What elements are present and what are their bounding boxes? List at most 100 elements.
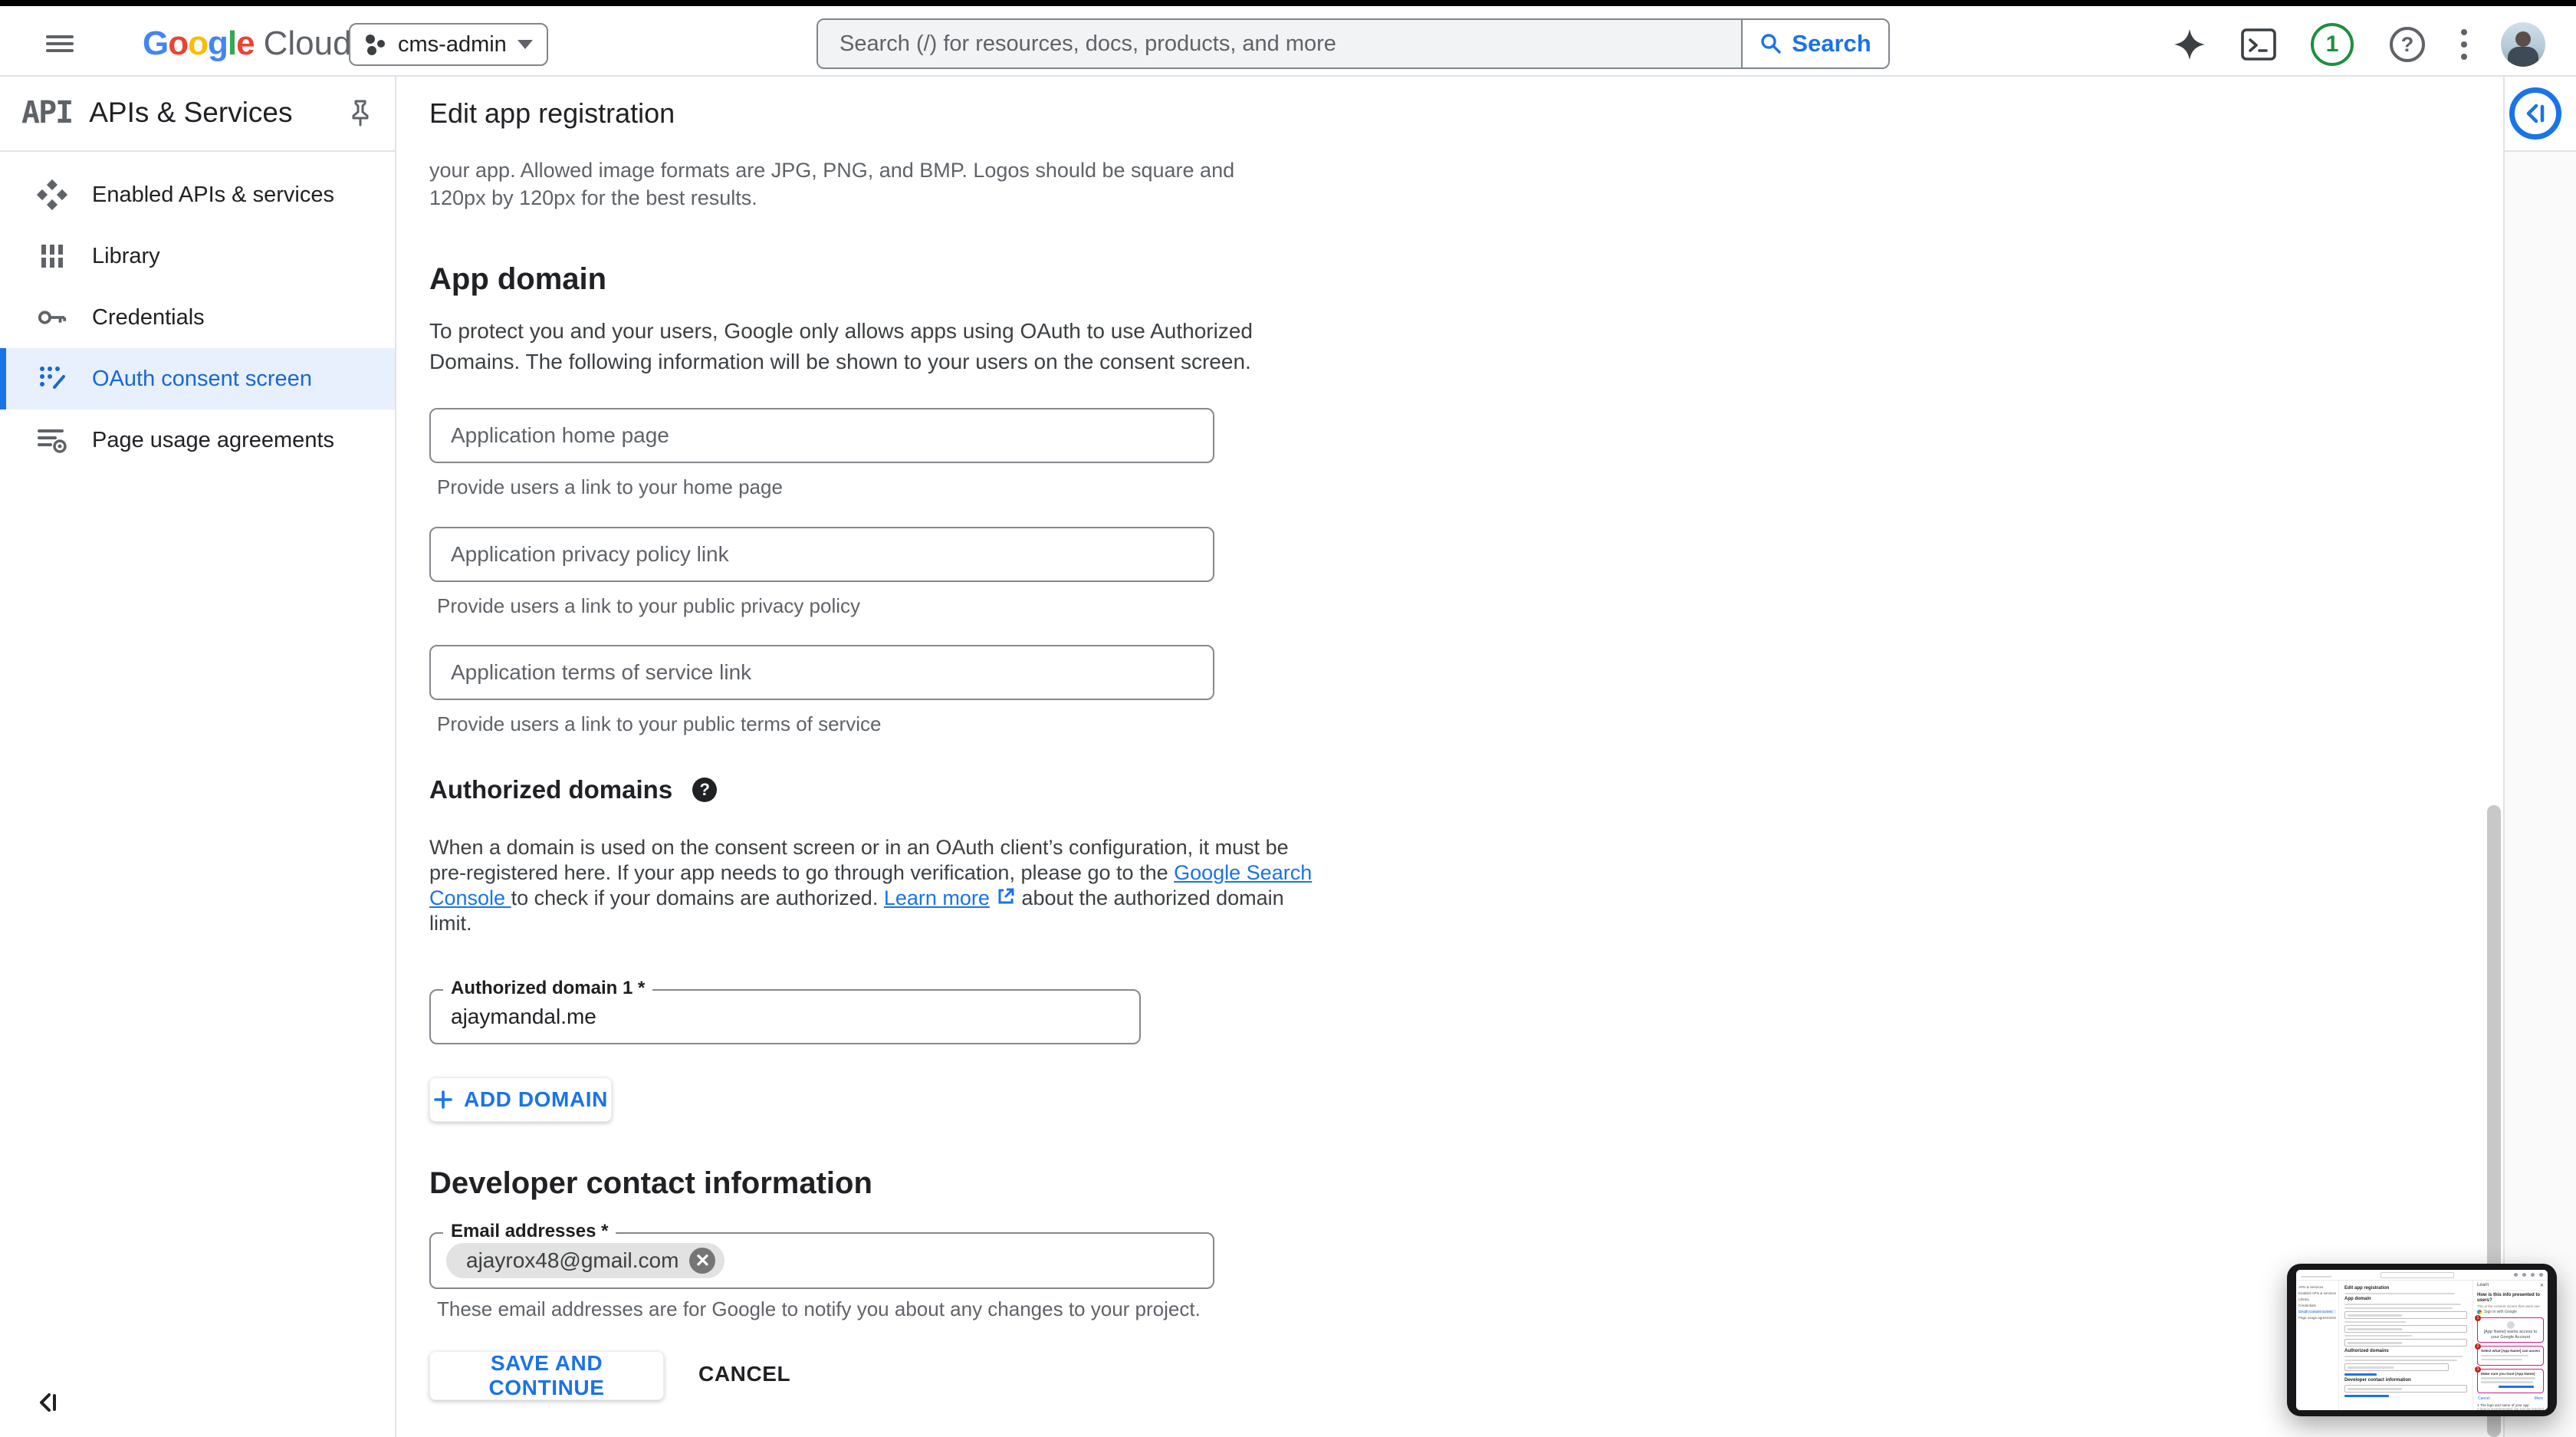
right-divider <box>2503 77 2505 1437</box>
right-gutter <box>2505 152 2576 1437</box>
terms-of-service-helper: Provide users a link to your public term… <box>437 712 881 736</box>
google-search-console-link[interactable]: Console <box>429 886 511 909</box>
pip-consent-box-1: 1 [App Name] wants access to your Google… <box>2477 1317 2544 1343</box>
terms-of-service-field <box>429 645 1214 700</box>
project-icon <box>364 31 387 58</box>
logo-letter: l <box>228 25 236 63</box>
project-selector[interactable]: cms-admin <box>349 23 548 66</box>
sidebar-menu: Enabled APIs & services Library Credenti… <box>0 164 395 471</box>
pip-mini-topbar <box>2296 1270 2548 1281</box>
logo-letter: o <box>168 25 188 63</box>
sidebar: API APIs & Services Enabled APIs & servi… <box>0 77 396 1437</box>
page-title: Edit app registration <box>429 97 675 130</box>
app-bar: Google Cloud cms-admin Search <box>0 6 2576 77</box>
help-icon[interactable]: ? <box>2387 25 2427 64</box>
search-input[interactable] <box>818 20 1741 67</box>
pip-subtitle: This is the consent screen that users se… <box>2477 1304 2544 1308</box>
sidebar-item-label: Enabled APIs & services <box>92 183 334 208</box>
account-avatar[interactable] <box>2501 22 2545 67</box>
sidebar-item-page-usage-agreements[interactable]: Page usage agreements <box>0 409 395 471</box>
terms-of-service-input[interactable] <box>431 646 1213 699</box>
google-g-icon <box>2477 1310 2482 1314</box>
sidebar-item-label: OAuth consent screen <box>92 367 312 392</box>
collapse-sidebar-icon[interactable] <box>35 1389 61 1416</box>
google-search-console-link[interactable]: Google Search <box>1174 861 1312 884</box>
pip-consent-actions: Cancel More <box>2478 1396 2543 1401</box>
pip-question: How is this info presented to users? <box>2477 1293 2544 1304</box>
pip-signin-row: Sign in with Google <box>2477 1310 2544 1314</box>
pip-consent-box-2: 2 Select what [App Name] can access <box>2477 1346 2544 1366</box>
pip-mini-sidebar: APIs & Services Enabled APIs & services … <box>2296 1281 2339 1410</box>
logo-letter: G <box>143 25 168 63</box>
google-cloud-console: Google Cloud cms-admin Search <box>0 0 2576 1437</box>
library-icon <box>37 242 67 270</box>
app-domain-heading: App domain <box>429 262 606 297</box>
add-domain-button[interactable]: ADD DOMAIN <box>429 1077 612 1122</box>
pip-note-body: A logo is recommended, but it is not req… <box>2477 1407 2544 1411</box>
sidebar-header: API APIs & Services <box>0 77 395 149</box>
email-addresses-label: Email addresses * <box>443 1221 616 1242</box>
search-button[interactable]: Search <box>1741 20 1888 67</box>
notification-count: 1 <box>2311 23 2354 66</box>
privacy-policy-helper: Provide users a link to your public priv… <box>437 594 860 618</box>
email-addresses-field: Email addresses * ajayrox48@gmail.com ✕ <box>429 1232 1214 1289</box>
authorized-domains-heading: Authorized domains ? <box>429 775 717 804</box>
sidebar-item-library[interactable]: Library <box>0 225 395 287</box>
google-cloud-logo[interactable]: Google Cloud <box>143 25 352 63</box>
mini-text-bar <box>2301 1276 2331 1278</box>
avatar <box>2501 22 2545 67</box>
application-home-page-input[interactable] <box>431 409 1213 462</box>
open-learn-panel-button[interactable] <box>2509 87 2561 140</box>
sidebar-item-oauth-consent-screen[interactable]: OAuth consent screen <box>0 348 395 409</box>
sidebar-item-enabled-apis[interactable]: Enabled APIs & services <box>0 164 395 225</box>
plus-icon <box>433 1090 453 1110</box>
pip-mini-search <box>2380 1272 2454 1278</box>
pip-mini-form: Edit app registration App domain Authori… <box>2339 1281 2472 1410</box>
logo-letter: o <box>188 25 208 63</box>
key-icon <box>37 307 67 328</box>
save-and-continue-label: SAVE AND CONTINUE <box>430 1351 663 1400</box>
external-link-icon <box>996 886 1016 906</box>
sidebar-item-credentials[interactable]: Credentials <box>0 287 395 348</box>
pin-icon[interactable] <box>347 98 373 127</box>
pip-preview-window[interactable]: APIs & Services Enabled APIs & services … <box>2287 1264 2557 1416</box>
authorized-domain-1-label: Authorized domain 1 * <box>443 978 652 999</box>
remove-email-icon[interactable]: ✕ <box>689 1248 715 1274</box>
logo-help-text: your app. Allowed image formats are JPG,… <box>429 156 1234 212</box>
project-name: cms-admin <box>398 32 507 58</box>
privacy-policy-field <box>429 527 1214 582</box>
cancel-button[interactable]: CANCEL <box>698 1362 790 1386</box>
notifications-badge[interactable]: 1 <box>2311 23 2354 66</box>
privacy-policy-input[interactable] <box>431 528 1213 580</box>
cloud-shell-icon[interactable] <box>2240 28 2277 61</box>
logo-cloud-text: Cloud <box>264 25 352 63</box>
logo-letter: g <box>208 25 228 63</box>
content-header: Edit app registration <box>396 77 2503 150</box>
menu-icon[interactable] <box>46 31 77 57</box>
search-button-label: Search <box>1792 30 1871 58</box>
authorized-domains-description: When a domain is used on the consent scr… <box>429 835 1312 936</box>
sidebar-item-label: Credentials <box>92 305 205 330</box>
save-and-continue-button[interactable]: SAVE AND CONTINUE <box>429 1351 664 1400</box>
pip-mini-icons <box>2514 1273 2543 1277</box>
chevron-down-icon <box>518 40 533 49</box>
authorized-domains-help-icon[interactable]: ? <box>692 778 717 802</box>
application-home-page-field <box>429 408 1214 463</box>
app-bar-actions: 1 ? <box>2173 20 2545 69</box>
gemini-sparkle-icon[interactable] <box>2173 28 2206 61</box>
sidebar-item-label: Page usage agreements <box>92 428 334 453</box>
email-chip[interactable]: ajayrox48@gmail.com ✕ <box>446 1243 724 1278</box>
learn-more-link[interactable]: Learn more <box>884 886 990 909</box>
home-page-helper: Provide users a link to your home page <box>437 475 783 499</box>
search-icon <box>1760 32 1783 55</box>
svg-text:?: ? <box>2401 33 2414 56</box>
pip-screen: APIs & Services Enabled APIs & services … <box>2296 1270 2548 1410</box>
app-domain-description: To protect you and your users, Google on… <box>429 316 1253 377</box>
more-options-icon[interactable] <box>2461 29 2467 60</box>
add-domain-label: ADD DOMAIN <box>464 1087 608 1112</box>
sidebar-title: APIs & Services <box>89 97 330 129</box>
global-search: Search <box>816 18 1890 69</box>
api-product-icon: API <box>21 95 72 130</box>
pip-consent-box-3: 3 Make sure you trust [App Name] <box>2477 1369 2544 1393</box>
email-chip-text: ajayrox48@gmail.com <box>466 1248 678 1273</box>
